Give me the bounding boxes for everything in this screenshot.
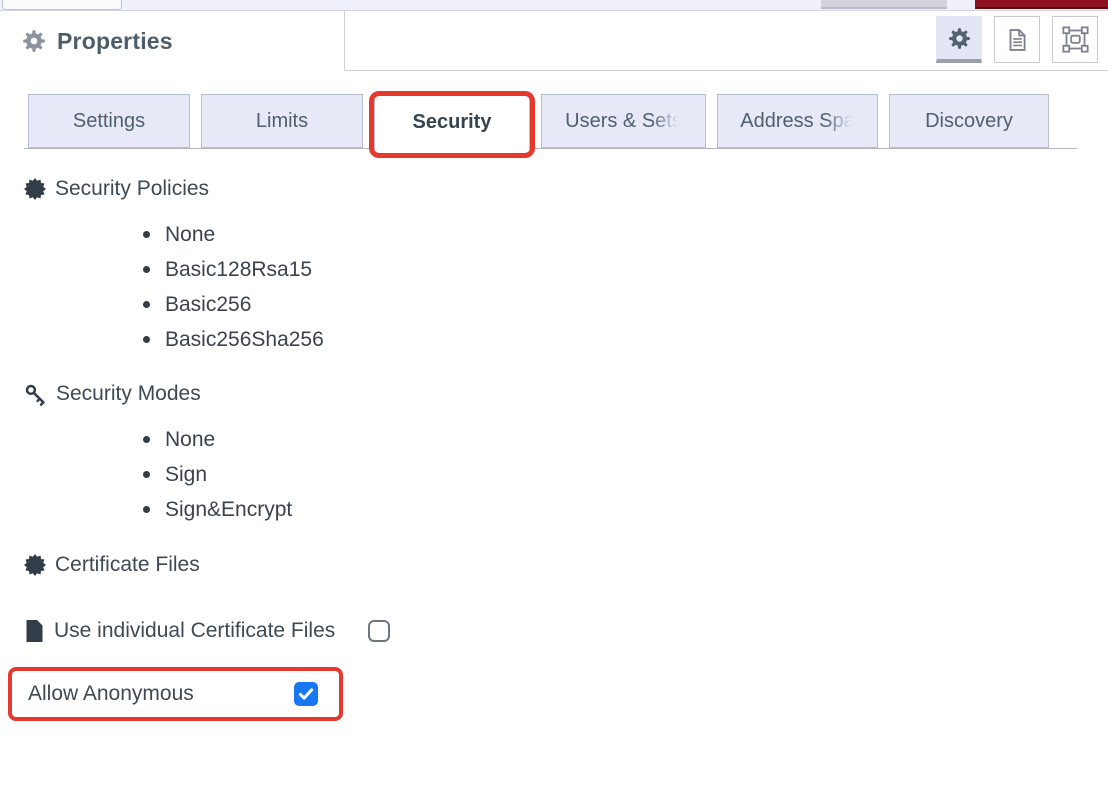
security-policies-list: None Basic128Rsa15 Basic256 Basic256Sha2… xyxy=(24,217,1108,357)
properties-view-button[interactable] xyxy=(936,16,982,63)
use-individual-certificate-row: Use individual Certificate Files xyxy=(24,616,1108,646)
security-modes-header: Security Modes xyxy=(24,380,1108,408)
tab-users-sets[interactable]: Users & Sets xyxy=(541,94,706,148)
properties-tab-bar: Settings Limits Security Users & Sets Ad… xyxy=(0,94,1108,149)
list-item: None xyxy=(143,217,1108,252)
certificate-icon xyxy=(24,178,46,200)
tab-discovery[interactable]: Discovery xyxy=(889,94,1049,148)
cropped-button-fragment-red[interactable] xyxy=(975,0,1108,9)
section-title: Security Policies xyxy=(55,177,209,201)
list-item: Sign&Encrypt xyxy=(143,492,1108,527)
bullet-icon xyxy=(143,506,150,513)
checkmark-icon xyxy=(297,685,315,703)
tab-label: Address Spa xyxy=(740,110,855,133)
properties-panel-header: Properties xyxy=(0,11,1108,71)
red-annotation-allow-anonymous: Allow Anonymous xyxy=(8,667,343,721)
bullet-icon xyxy=(143,436,150,443)
gear-icon xyxy=(21,28,47,54)
list-item: Sign xyxy=(143,457,1108,492)
top-cropped-strip xyxy=(0,0,1108,11)
certificate-icon xyxy=(24,554,46,576)
transform-icon xyxy=(1062,26,1089,53)
certificate-files-header: Certificate Files xyxy=(24,551,1108,579)
address-space-view-button[interactable] xyxy=(1052,16,1098,63)
cropped-button-fragment-gray[interactable] xyxy=(821,0,947,9)
gear-icon xyxy=(947,26,972,51)
key-icon xyxy=(24,383,47,406)
tab-settings[interactable]: Settings xyxy=(28,94,190,148)
tab-label: Discovery xyxy=(925,110,1013,133)
list-item: Basic256Sha256 xyxy=(143,322,1108,357)
allow-anonymous-checkbox[interactable] xyxy=(294,682,318,706)
bullet-icon xyxy=(143,231,150,238)
allow-anonymous-label: Allow Anonymous xyxy=(28,682,194,706)
cropped-button-fragment-left[interactable] xyxy=(2,0,122,10)
bullet-icon xyxy=(143,301,150,308)
tab-security[interactable]: Security xyxy=(374,94,530,150)
section-title: Security Modes xyxy=(56,382,201,406)
tab-label: Limits xyxy=(256,110,308,133)
use-individual-certificate-label: Use individual Certificate Files xyxy=(54,619,335,643)
header-toolbar xyxy=(936,16,1098,63)
tab-label: Security xyxy=(413,111,492,134)
properties-panel-tab[interactable]: Properties xyxy=(0,11,345,71)
tab-limits[interactable]: Limits xyxy=(201,94,363,148)
list-item: Basic256 xyxy=(143,287,1108,322)
tab-label: Settings xyxy=(73,110,145,133)
security-policies-header: Security Policies xyxy=(24,175,1108,203)
bullet-icon xyxy=(143,266,150,273)
bullet-icon xyxy=(143,336,150,343)
security-tab-content: Security Policies None Basic128Rsa15 Bas… xyxy=(0,175,1108,721)
use-individual-certificate-checkbox[interactable] xyxy=(368,620,390,642)
panel-title: Properties xyxy=(57,28,173,55)
section-title: Certificate Files xyxy=(55,553,200,577)
header-divider xyxy=(345,70,1108,71)
tab-label: Users & Sets xyxy=(565,110,682,133)
file-icon xyxy=(24,619,45,643)
tab-bar-divider xyxy=(24,148,1077,149)
document-icon xyxy=(1004,27,1030,53)
document-view-button[interactable] xyxy=(994,16,1040,63)
security-modes-list: None Sign Sign&Encrypt xyxy=(24,422,1108,527)
list-item: Basic128Rsa15 xyxy=(143,252,1108,287)
tab-address-space[interactable]: Address Spa xyxy=(717,94,878,148)
bullet-icon xyxy=(143,471,150,478)
list-item: None xyxy=(143,422,1108,457)
